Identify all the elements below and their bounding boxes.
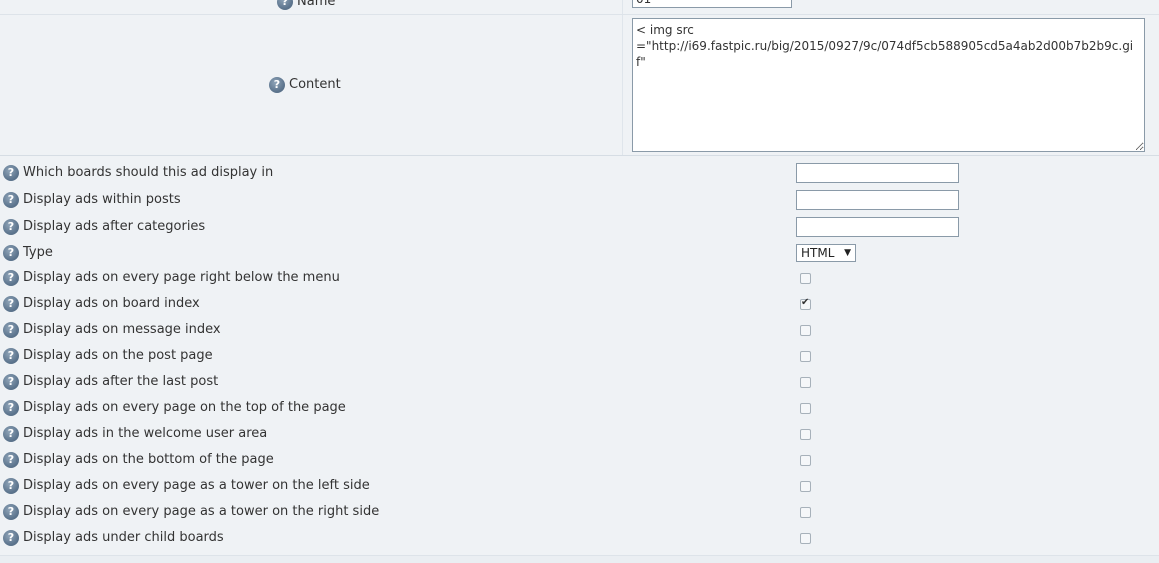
- help-icon[interactable]: ?: [3, 530, 19, 546]
- boards-label: Which boards should this ad display in: [23, 165, 274, 180]
- checkbox-label-wrap: ? Display ads on message index: [3, 321, 221, 339]
- help-icon[interactable]: ?: [3, 504, 19, 520]
- help-icon[interactable]: ?: [3, 452, 19, 468]
- checkbox[interactable]: [800, 481, 811, 492]
- name-label-wrap: ? Name: [277, 0, 335, 10]
- checkbox-label: Display ads on board index: [23, 296, 200, 311]
- checkbox-label-wrap: ? Display ads on every page as a tower o…: [3, 477, 370, 495]
- help-icon[interactable]: ?: [3, 348, 19, 364]
- content-label-wrap: ? Content: [269, 76, 341, 94]
- checkbox-label-wrap: ? Display ads after the last post: [3, 373, 218, 391]
- help-icon[interactable]: ?: [3, 296, 19, 312]
- help-icon[interactable]: ?: [269, 77, 285, 93]
- help-icon[interactable]: ?: [3, 219, 19, 235]
- checkbox-label-wrap: ? Display ads on every page as a tower o…: [3, 503, 379, 521]
- help-icon[interactable]: ?: [3, 270, 19, 286]
- checkbox-label: Display ads on every page on the top of …: [23, 400, 346, 415]
- help-icon[interactable]: ?: [3, 426, 19, 442]
- help-icon[interactable]: ?: [3, 478, 19, 494]
- checkbox-label-wrap: ? Display ads on the bottom of the page: [3, 451, 274, 469]
- help-icon[interactable]: ?: [3, 400, 19, 416]
- help-icon[interactable]: ?: [3, 245, 19, 261]
- checkbox-label-wrap: ? Display ads on the post page: [3, 347, 213, 365]
- after-categories-input[interactable]: [796, 217, 959, 237]
- checkbox[interactable]: [800, 325, 811, 336]
- checkbox-label-wrap: ? Display ads on board index: [3, 295, 200, 313]
- help-icon[interactable]: ?: [3, 165, 19, 181]
- checkbox-label-wrap: ? Display ads under child boards: [3, 529, 224, 547]
- checkbox[interactable]: [800, 297, 811, 310]
- checkbox-label: Display ads on the bottom of the page: [23, 452, 274, 467]
- checkbox-label: Display ads on every page right below th…: [23, 270, 340, 285]
- type-label: Type: [23, 245, 53, 260]
- after-categories-label: Display ads after categories: [23, 219, 206, 234]
- help-icon[interactable]: ?: [3, 374, 19, 390]
- type-select[interactable]: HTML ▼: [796, 244, 856, 262]
- name-row: ? Name: [0, 0, 1159, 15]
- help-icon[interactable]: ?: [3, 192, 19, 208]
- boards-label-wrap: ? Which boards should this ad display in: [3, 164, 273, 182]
- checkbox[interactable]: [800, 533, 811, 544]
- within-posts-input[interactable]: [796, 190, 959, 210]
- within-posts-label-wrap: ? Display ads within posts: [3, 191, 181, 209]
- checkbox[interactable]: [800, 403, 811, 414]
- checkbox[interactable]: [800, 351, 811, 362]
- help-icon[interactable]: ?: [3, 322, 19, 338]
- boards-input[interactable]: [796, 163, 959, 183]
- type-label-wrap: ? Type: [3, 244, 53, 262]
- checkbox[interactable]: [800, 507, 811, 518]
- checkbox-label: Display ads on every page as a tower on …: [23, 504, 380, 519]
- content-textarea[interactable]: < img src ="http://i69.fastpic.ru/big/20…: [632, 18, 1145, 152]
- checkbox[interactable]: [800, 429, 811, 440]
- after-categories-label-wrap: ? Display ads after categories: [3, 218, 205, 236]
- content-row: ? Content < img src ="http://i69.fastpic…: [0, 15, 1159, 156]
- name-label: Name: [297, 0, 336, 9]
- type-select-value: HTML: [801, 246, 835, 260]
- checkbox[interactable]: [800, 273, 811, 284]
- checkbox-label-wrap: ? Display ads on every page right below …: [3, 269, 340, 287]
- checkbox-label: Display ads under child boards: [23, 530, 224, 545]
- bottom-strip: [0, 556, 1159, 563]
- help-icon[interactable]: ?: [277, 0, 293, 10]
- checkbox-label-wrap: ? Display ads on every page on the top o…: [3, 399, 346, 417]
- content-label: Content: [289, 77, 341, 92]
- checkbox-label: Display ads on message index: [23, 322, 221, 337]
- ad-editor-top: ? Name ? Content < img src ="http://i69.…: [0, 0, 1159, 156]
- checkbox[interactable]: [800, 455, 811, 466]
- checkbox-label-wrap: ? Display ads in the welcome user area: [3, 425, 267, 443]
- checkbox[interactable]: [800, 377, 811, 388]
- checkbox-label: Display ads in the welcome user area: [23, 426, 268, 441]
- within-posts-label: Display ads within posts: [23, 192, 181, 207]
- chevron-down-icon: ▼: [844, 248, 851, 258]
- name-input[interactable]: [632, 0, 792, 8]
- checkbox-label: Display ads on the post page: [23, 348, 213, 363]
- checkbox-label: Display ads after the last post: [23, 374, 219, 389]
- checkbox-label: Display ads on every page as a tower on …: [23, 478, 370, 493]
